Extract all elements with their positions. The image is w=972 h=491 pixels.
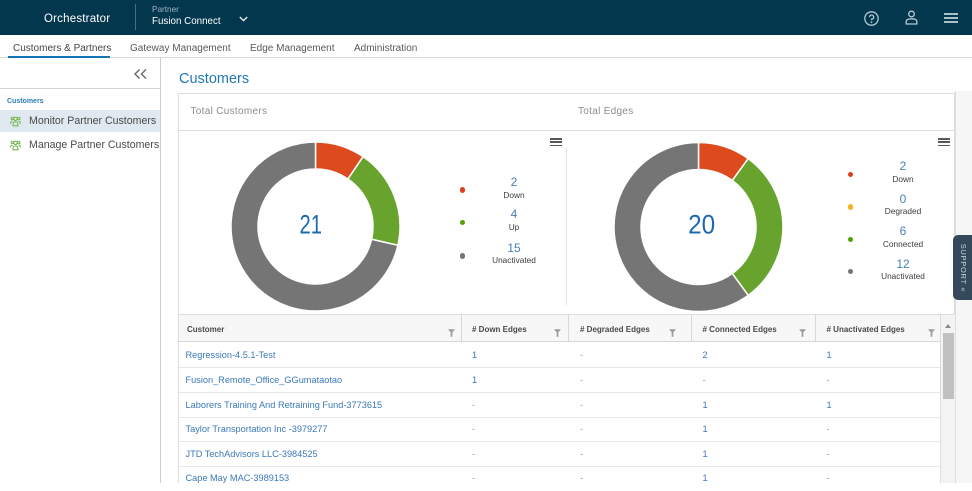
svg-text:21: 21 [300, 209, 323, 239]
svg-text:20: 20 [688, 209, 715, 239]
